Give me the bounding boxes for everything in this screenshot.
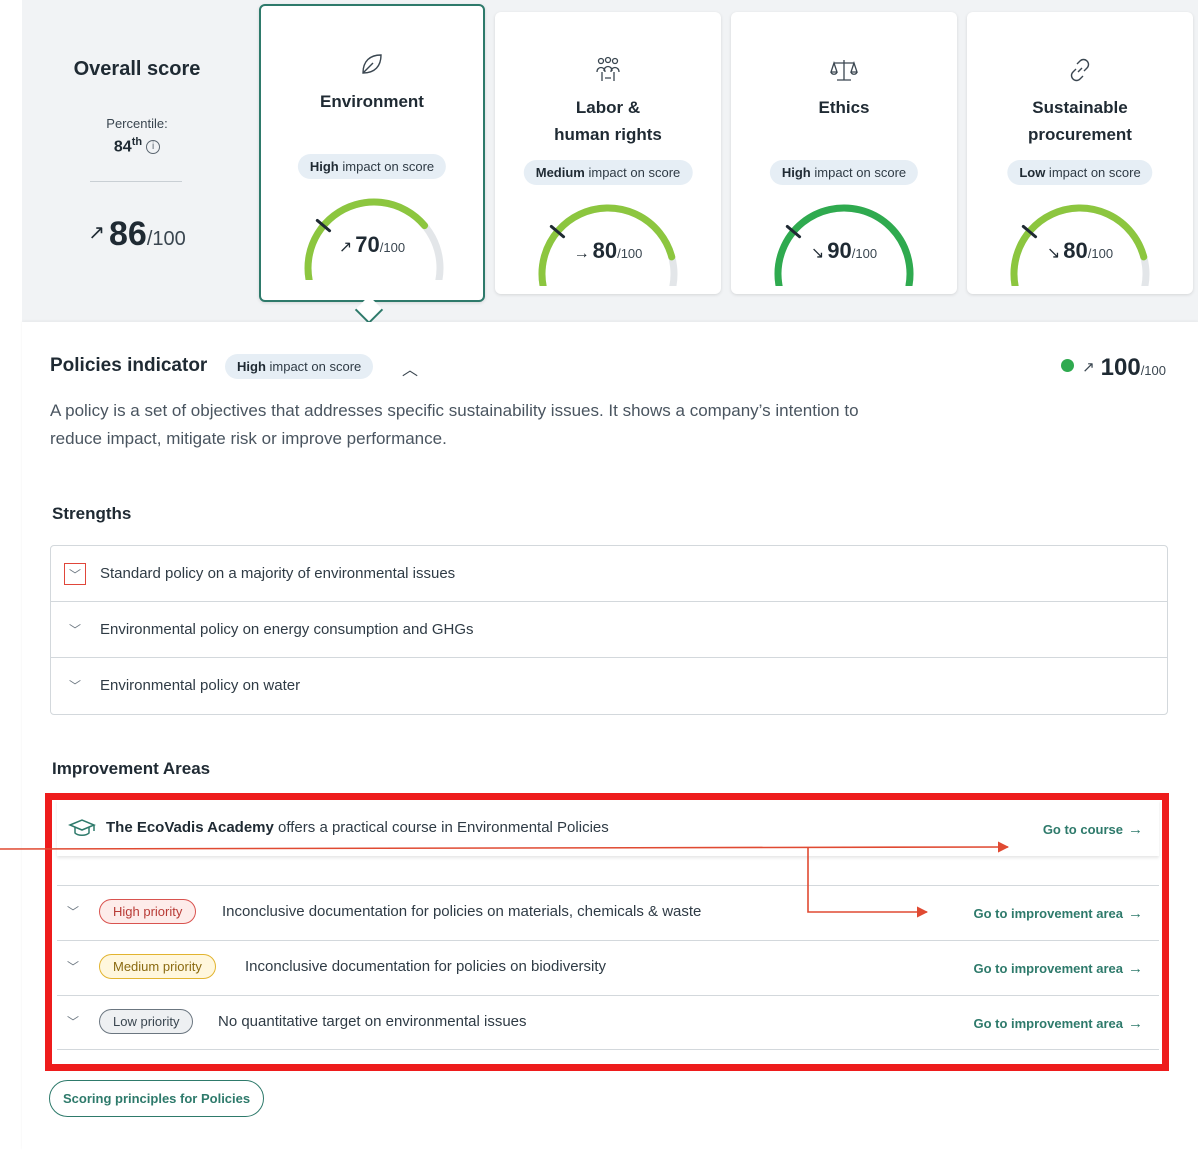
theme-score-max: /100 — [1087, 246, 1114, 261]
theme-score: ↘ 90/100 — [731, 238, 957, 264]
theme-score-max: /100 — [379, 240, 406, 255]
link-icon — [967, 56, 1193, 84]
divider — [90, 181, 182, 182]
chevron-down-icon[interactable]: ﹀ — [64, 675, 86, 697]
theme-score: ↗ 70/100 — [261, 232, 483, 258]
impact-badge: High impact on score — [769, 160, 919, 185]
improvement-areas-heading: Improvement Areas — [52, 759, 211, 778]
overall-score-title: Overall score — [73, 58, 201, 80]
status-dot — [1061, 359, 1075, 372]
overall-score-max: /100 — [146, 228, 186, 250]
impact-text: impact on score — [265, 359, 362, 374]
theme-title-line1: Environment — [320, 92, 424, 111]
trend-up-icon: ↗ — [88, 222, 105, 244]
theme-title-line1: Ethics — [818, 98, 870, 117]
impact-badge: Low impact on score — [1007, 160, 1153, 185]
indicator-score-max: /100 — [1140, 363, 1166, 378]
overall-score-panel: Overall score Percentile: 84th i ↗ 86/100 — [22, 0, 252, 300]
highlight-box — [45, 793, 1169, 1071]
overall-score-value: ↗ 86/100 — [22, 215, 252, 254]
impact-level: Low — [1019, 165, 1046, 180]
impact-text: impact on score — [810, 165, 907, 180]
theme-score-number: 80 — [1063, 238, 1088, 263]
impact-text: impact on score — [1045, 165, 1141, 180]
strengths-list: ﹀ Standard policy on a majority of enviro… — [50, 545, 1168, 715]
strengths-heading: Strengths — [52, 504, 132, 523]
people-icon — [495, 56, 721, 84]
overall-score-number: 86 — [109, 215, 147, 253]
strength-text: Environmental policy on water — [100, 677, 301, 694]
theme-score-max: /100 — [617, 246, 643, 261]
impact-level: High — [237, 359, 266, 374]
theme-card-environment[interactable]: Environment High impact on score ↗ 70/100 — [259, 4, 485, 302]
theme-title: Ethics — [731, 94, 957, 121]
theme-card-sustainable-procurement[interactable]: Sustainable procurement Low impact on sco… — [967, 12, 1193, 294]
chevron-down-icon[interactable]: ﹀ — [64, 563, 86, 585]
theme-score: → 80/100 — [495, 238, 721, 264]
impact-text: impact on score — [338, 159, 435, 174]
indicator-score-number: 100 — [1100, 354, 1141, 381]
scales-icon — [731, 56, 957, 84]
impact-level: Medium — [535, 165, 585, 180]
theme-card-ethics[interactable]: Ethics High impact on score ↘ 90/100 — [731, 12, 957, 294]
theme-title: Sustainable procurement — [967, 94, 1193, 148]
collapse-chevron-up-icon[interactable]: ︿ — [402, 356, 418, 380]
impact-text: impact on score — [584, 165, 681, 180]
theme-title: Environment — [261, 88, 483, 115]
strength-item[interactable]: ﹀ Standard policy on a majority of enviro… — [51, 546, 1167, 602]
trend-arrow-icon: ↘ — [810, 245, 825, 262]
theme-title-line2: procurement — [1028, 125, 1132, 144]
info-icon[interactable]: i — [146, 140, 161, 155]
percentile-number: 84 — [113, 138, 132, 156]
impact-badge: Medium impact on score — [523, 160, 693, 185]
theme-title-line1: Sustainable — [1032, 98, 1128, 117]
indicator-description: A policy is a set of objectives that add… — [50, 401, 859, 448]
theme-score-number: 70 — [355, 232, 380, 257]
percentile-value: 84th i — [22, 136, 252, 156]
theme-title-line2: human rights — [554, 125, 662, 144]
theme-score-max: /100 — [851, 246, 878, 261]
theme-score-number: 90 — [827, 238, 852, 263]
percentile-label: Percentile: — [106, 116, 168, 131]
scoring-principles-button[interactable]: Scoring principles for Policies — [49, 1080, 265, 1117]
trend-arrow-icon: → — [573, 245, 590, 262]
leaf-icon — [261, 50, 483, 78]
strength-item[interactable]: ﹀ Environmental policy on energy consumpt… — [51, 602, 1167, 658]
theme-score: ↘ 80/100 — [967, 238, 1193, 264]
impact-badge: High impact on score — [297, 154, 447, 179]
indicator-impact-badge: High impact on score — [225, 354, 374, 379]
trend-up-icon: ↗ — [1082, 359, 1095, 376]
indicator-score: ↗ 100/100 — [1061, 354, 1166, 382]
indicator-title: Policies indicator — [50, 355, 208, 376]
strength-text: Standard policy on a majority of environ… — [100, 565, 456, 582]
strength-item[interactable]: ﹀ Environmental policy on water — [51, 658, 1167, 714]
strength-text: Environmental policy on energy consumpti… — [100, 621, 474, 638]
theme-title-line1: Labor & — [575, 98, 641, 117]
percentile-suffix: th — [131, 136, 143, 148]
theme-title: Labor & human rights — [495, 94, 721, 148]
impact-level: High — [309, 159, 339, 174]
trend-arrow-icon: ↘ — [1046, 245, 1061, 262]
theme-card-labor-human-rights[interactable]: Labor & human rights Medium impact on sco… — [495, 12, 721, 294]
theme-score-number: 80 — [592, 238, 618, 263]
trend-arrow-icon: ↗ — [338, 239, 353, 256]
chevron-down-icon[interactable]: ﹀ — [64, 619, 86, 641]
impact-level: High — [781, 165, 811, 180]
